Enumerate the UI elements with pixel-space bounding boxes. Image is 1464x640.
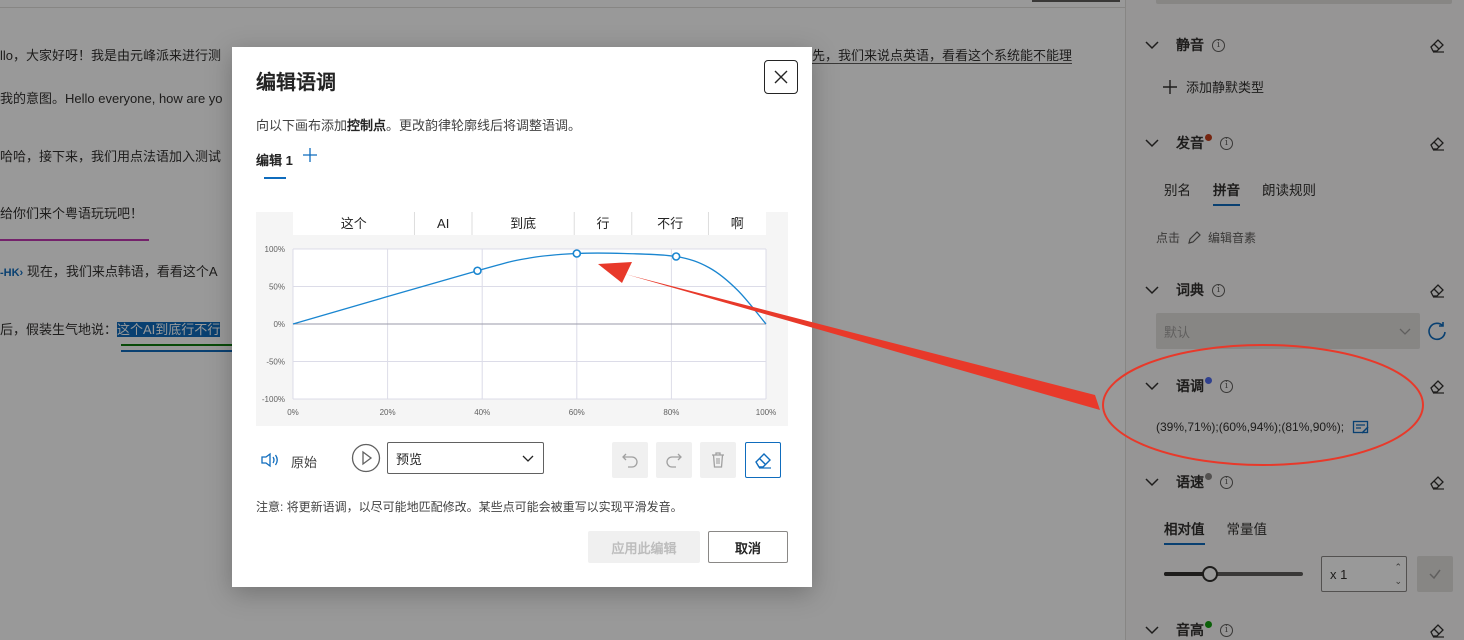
desc-text: 。更改韵律轮廓线后将调整语调。 <box>386 118 582 133</box>
segment-label: 行 <box>596 216 609 231</box>
y-tick-label: 100% <box>265 245 285 254</box>
trash-icon <box>712 452 724 468</box>
desc-bold: 控制点 <box>347 118 387 133</box>
cancel-button[interactable]: 取消 <box>708 531 788 563</box>
redo-button[interactable] <box>656 442 692 478</box>
chevron-down-icon <box>522 455 534 462</box>
segment-label: 啊 <box>731 216 744 231</box>
dialog-title: 编辑语调 <box>256 72 336 94</box>
segment-label: AI <box>437 216 449 231</box>
x-tick-label: 40% <box>474 408 490 417</box>
pitch-chart[interactable]: 这个 AI 到底 行 不行 啊 0% 20% 40% 60% 80% 100% 100% 50% 0% -50… <box>256 212 788 426</box>
control-point[interactable] <box>572 249 582 258</box>
close-icon <box>774 70 788 84</box>
close-button[interactable] <box>764 60 798 94</box>
y-tick-label: 0% <box>273 320 285 329</box>
y-tick-label: -50% <box>266 358 285 367</box>
x-tick-label: 0% <box>287 408 299 417</box>
preview-value: 预览 <box>396 451 423 467</box>
eraser-button[interactable] <box>745 442 781 478</box>
edit-pitch-dialog: 编辑语调 向以下画布添加控制点。更改韵律轮廓线后将调整语调。 编辑 1 这个 AI… <box>232 47 812 587</box>
x-tick-label: 60% <box>569 408 585 417</box>
preview-select[interactable]: 预览 <box>387 442 544 474</box>
x-tick-label: 80% <box>663 408 679 417</box>
speaker-icon[interactable] <box>260 451 280 469</box>
x-tick-label: 20% <box>380 408 396 417</box>
x-tick-label: 100% <box>756 408 776 417</box>
dialog-description: 向以下画布添加控制点。更改韵律轮廓线后将调整语调。 <box>256 115 581 134</box>
y-tick-label: 50% <box>269 283 285 292</box>
eraser-icon <box>755 453 771 469</box>
apply-button[interactable]: 应用此编辑 <box>588 531 700 563</box>
tab-edit-1[interactable]: 编辑 1 <box>256 150 293 169</box>
add-tab-icon[interactable] <box>302 147 318 163</box>
delete-button[interactable] <box>700 442 736 478</box>
dialog-note: 注意: 将更新语调，以尽可能地匹配修改。某些点可能会被重写以实现平滑发音。 <box>256 500 683 514</box>
redo-icon <box>666 453 682 468</box>
y-tick-label: -100% <box>262 395 285 404</box>
control-point[interactable] <box>473 266 482 276</box>
control-point[interactable] <box>671 252 681 261</box>
undo-icon <box>622 453 638 468</box>
original-label[interactable]: 原始 <box>291 452 317 471</box>
segment-label: 到底 <box>510 216 536 231</box>
dialog-controls: 原始 预览 <box>256 442 788 478</box>
undo-button[interactable] <box>612 442 648 478</box>
segment-label: 这个 <box>341 216 367 231</box>
segment-label: 不行 <box>657 216 683 231</box>
tab-indicator <box>264 177 286 179</box>
pitch-canvas[interactable]: 这个 AI 到底 行 不行 啊 0% 20% 40% 60% 80% 100% 100% 50% 0% -50… <box>256 212 788 426</box>
desc-text: 向以下画布添加 <box>256 118 348 133</box>
play-icon[interactable] <box>351 443 381 473</box>
